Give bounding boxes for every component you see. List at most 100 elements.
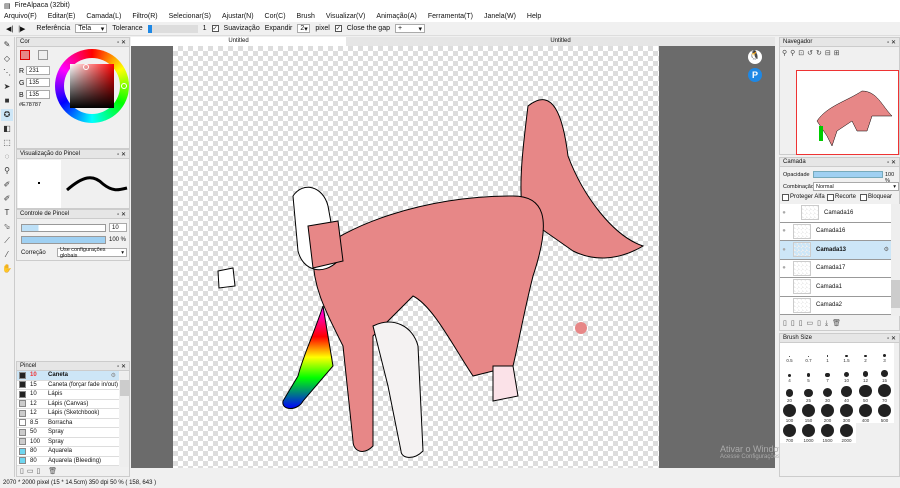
brush-size-cell[interactable]: 1.5	[837, 343, 856, 363]
tab-untitled-2[interactable]: Untitled	[346, 37, 775, 46]
brush-size-cell[interactable]: 12	[856, 363, 875, 383]
menu-item[interactable]: Editar(E)	[48, 13, 76, 20]
brush-size-input[interactable]: 10	[109, 223, 127, 232]
brush-size-cell[interactable]: 5	[799, 363, 818, 383]
brush-size-cell[interactable]: 10	[837, 363, 856, 383]
dot-tool-icon[interactable]: ⋱	[1, 67, 13, 79]
menu-item[interactable]: Camada(L)	[86, 13, 121, 20]
panel-close-icon[interactable]: ▫ ✕	[117, 363, 126, 370]
brush-list-actions[interactable]: ▯▭▯ 🗑	[20, 467, 60, 475]
brush-size-cell[interactable]: 1	[818, 343, 837, 363]
brush-size-cell[interactable]: 2000	[837, 423, 856, 443]
layer-row[interactable]: ● Camada17	[780, 259, 891, 278]
transparent-swatch[interactable]	[38, 50, 48, 60]
brush-list-item[interactable]: 12 Lápis (Sketchbook)	[17, 409, 119, 419]
referencia-select[interactable]: Tela ▾	[75, 24, 108, 33]
drawing-canvas[interactable]	[173, 46, 659, 468]
brush-size-cell[interactable]: 400	[856, 403, 875, 423]
layer-row[interactable]: Camada2	[780, 296, 891, 315]
panel-close-icon[interactable]: ▫ ✕	[117, 151, 126, 158]
fill-rect-icon[interactable]: ■	[1, 95, 13, 107]
close-gap-select[interactable]: + ▾	[394, 24, 425, 33]
hue-ring[interactable]	[55, 49, 129, 123]
menu-item[interactable]: Filtro(R)	[132, 13, 157, 20]
brush-list-item[interactable]: 100 Spray	[17, 437, 119, 447]
menu-item[interactable]: Help	[527, 13, 541, 20]
eye-icon[interactable]: ●	[780, 247, 788, 253]
gradient-tool-icon[interactable]: ◧	[1, 123, 13, 135]
menu-item[interactable]: Ajustar(N)	[222, 13, 254, 20]
eye-icon[interactable]: ●	[780, 228, 788, 234]
brush-opacity-slider[interactable]	[21, 236, 106, 244]
prev-icon[interactable]: ◀|	[6, 25, 13, 33]
select-pen-icon[interactable]: ✐	[1, 179, 13, 191]
brush-tool-icon[interactable]: ⟋	[1, 235, 13, 247]
pen-tool-icon[interactable]: ✎	[1, 39, 13, 51]
brush-size-cell[interactable]: 500	[875, 403, 894, 423]
gear-icon[interactable]: ⚙	[884, 246, 889, 253]
lasso-tool-icon[interactable]: ◌	[1, 151, 13, 163]
brush-list-item[interactable]: 10 Lápis	[17, 390, 119, 400]
brush-size-cell[interactable]: 2	[856, 343, 875, 363]
brush-size-cell[interactable]: 50	[856, 383, 875, 403]
layer-opacity-slider[interactable]	[813, 171, 883, 178]
navigator-zoom-buttons[interactable]: ⚲⚲⊡↺↻⊟⊞	[780, 47, 899, 59]
tab-untitled-1[interactable]: Untitled	[131, 37, 346, 46]
eye-icon[interactable]: ●	[780, 265, 788, 271]
brush-list-item[interactable]: 10 Caneta ⚙	[17, 371, 119, 381]
brush-size-cell[interactable]: 40	[837, 383, 856, 403]
layer-actions[interactable]: ▯▯▯▭▯⤓🗑	[783, 319, 845, 328]
menu-item[interactable]: Cor(C)	[265, 13, 286, 20]
brush-size-cell[interactable]: 700	[780, 423, 799, 443]
brush-list-item[interactable]: 80 Aquarela (Bleeding)	[17, 456, 119, 466]
expandir-select[interactable]: 2 ▾	[297, 24, 311, 33]
text-tool-icon[interactable]: T	[1, 207, 13, 219]
menu-item[interactable]: Janela(W)	[484, 13, 516, 20]
panel-close-icon[interactable]: ▫ ✕	[887, 335, 896, 342]
blend-select[interactable]: Normal ▾	[813, 182, 899, 191]
brush-size-cell[interactable]: 150	[799, 403, 818, 423]
eye-icon[interactable]: ●	[780, 210, 788, 216]
pixiv-icon[interactable]: P	[748, 68, 762, 82]
alpaca-icon[interactable]: 🐧	[748, 50, 762, 64]
brush-size-cell[interactable]: 25	[799, 383, 818, 403]
next-icon[interactable]: |▶	[18, 25, 25, 33]
menu-item[interactable]: Selecionar(S)	[169, 13, 211, 20]
select-eraser-icon[interactable]: ✐	[1, 193, 13, 205]
brush-size-slider[interactable]	[21, 224, 106, 232]
gear-icon[interactable]: ⚙	[111, 372, 116, 379]
panel-close-icon[interactable]: ▫ ✕	[887, 159, 896, 166]
lock-checkbox[interactable]	[860, 194, 867, 201]
brush-size-cell[interactable]: 300	[837, 403, 856, 423]
tolerance-slider[interactable]	[147, 24, 198, 33]
green-input[interactable]: 135	[26, 78, 50, 87]
protect-alpha-checkbox[interactable]	[782, 194, 789, 201]
brush-size-cell[interactable]: 4	[780, 363, 799, 383]
brush-size-cell[interactable]: 1000	[799, 423, 818, 443]
select-tool-icon[interactable]: ⬚	[1, 137, 13, 149]
layer-row[interactable]: Camada1	[780, 278, 891, 297]
menu-item[interactable]: Animação(A)	[376, 13, 416, 20]
saturation-square[interactable]	[70, 64, 114, 108]
brush-size-cell[interactable]: 70	[875, 383, 894, 403]
brush-list-scrollbar[interactable]	[120, 372, 129, 467]
brush-size-cell[interactable]: 3	[875, 343, 894, 363]
brush-size-cell[interactable]: 0.5	[780, 343, 799, 363]
brush-list-item[interactable]: 12 Lápis (Canvas)	[17, 399, 119, 409]
menu-item[interactable]: Visualizar(V)	[326, 13, 366, 20]
eraser-tool-icon[interactable]: ◇	[1, 53, 13, 65]
suavizacao-checkbox[interactable]: ✓	[211, 25, 219, 32]
brush-size-cell[interactable]: 200	[818, 403, 837, 423]
close-gap-checkbox[interactable]: ✓	[334, 25, 342, 32]
menu-item[interactable]: Arquivo(F)	[4, 13, 37, 20]
brush-list-item[interactable]: 15 Caneta (forçar fade in/out)	[17, 380, 119, 390]
brush-size-cell[interactable]: 1500	[818, 423, 837, 443]
correcao-select[interactable]: Use configurações globais ▾	[57, 247, 127, 259]
brush-size-cell[interactable]: 0.7	[799, 343, 818, 363]
navigator-preview[interactable]	[796, 70, 899, 155]
operation-tool-icon[interactable]: ⬂	[1, 221, 13, 233]
brush-size-cell[interactable]: 100	[780, 403, 799, 423]
magic-wand-icon[interactable]: ⚲	[1, 165, 13, 177]
brush-list-item[interactable]: 8.5 Borracha	[17, 418, 119, 428]
panel-close-icon[interactable]: ▫ ✕	[887, 39, 896, 46]
